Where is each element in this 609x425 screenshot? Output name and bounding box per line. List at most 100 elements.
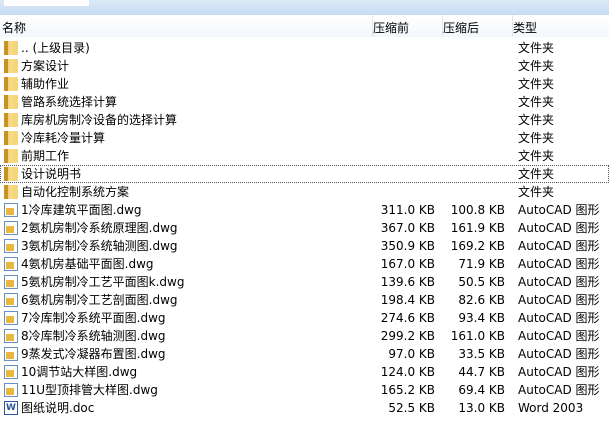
file-name: 库房机房制冷设备的选择计算 [21, 113, 178, 127]
file-row[interactable]: 11U型顶排管大样图.dwg 165.2 KB 69.4 KB AutoCAD … [0, 381, 609, 399]
file-name: 方案设计 [21, 59, 70, 73]
word-doc-icon [4, 401, 18, 415]
file-name: 冷库耗冷量计算 [21, 131, 106, 145]
compressed-size: 161.9 KB [450, 221, 505, 235]
file-name: 前期工作 [21, 149, 70, 163]
file-row[interactable]: 图纸说明.doc 52.5 KB 13.0 KB Word 2003 [0, 399, 609, 417]
file-size: 165.2 KB [380, 383, 435, 397]
file-list: .. (上级目录) 文件夹 方案设计 文件夹 辅助作业 文件夹 管路系统选择计算… [0, 39, 609, 417]
file-row[interactable]: 7冷库制冷系统平面图.dwg 274.6 KB 93.4 KB AutoCAD … [0, 309, 609, 327]
folder-icon [4, 59, 18, 73]
address-field[interactable] [4, 0, 89, 6]
file-type: AutoCAD 图形 [518, 203, 600, 217]
file-size: 167.0 KB [380, 257, 435, 271]
file-row[interactable]: 8冷库制冷系统轴测图.dwg 299.2 KB 161.0 KB AutoCAD… [0, 327, 609, 345]
file-type: AutoCAD 图形 [518, 383, 600, 397]
file-size: 198.4 KB [380, 293, 435, 307]
file-row[interactable]: 3氨机房制冷系统轴测图.dwg 350.9 KB 169.2 KB AutoCA… [0, 237, 609, 255]
folder-icon [4, 185, 18, 199]
file-name: 9蒸发式冷凝器布置图.dwg [21, 347, 166, 361]
file-type: Word 2003 [518, 401, 584, 415]
toolbar-strip [0, 0, 609, 15]
file-type: 文件夹 [518, 77, 555, 91]
file-type: 文件夹 [518, 95, 555, 109]
file-row[interactable]: 1冷库建筑平面图.dwg 311.0 KB 100.8 KB AutoCAD 图… [0, 201, 609, 219]
file-size: 139.6 KB [380, 275, 435, 289]
dwg-file-icon [4, 257, 18, 271]
file-name: 4氨机房基础平面图.dwg [21, 257, 154, 271]
compressed-size: 71.9 KB [458, 257, 505, 271]
file-type: AutoCAD 图形 [518, 293, 600, 307]
file-name: 1冷库建筑平面图.dwg [21, 203, 142, 217]
file-row[interactable]: 5氨机房制冷工艺平面图k.dwg 139.6 KB 50.5 KB AutoCA… [0, 273, 609, 291]
folder-icon [4, 77, 18, 91]
dwg-file-icon [4, 221, 18, 235]
compressed-size: 50.5 KB [458, 275, 505, 289]
folder-icon [4, 149, 18, 163]
file-type: AutoCAD 图形 [518, 275, 600, 289]
dwg-file-icon [4, 365, 18, 379]
folder-icon [4, 167, 18, 181]
file-row[interactable]: 2氨机房制冷系统原理图.dwg 367.0 KB 161.9 KB AutoCA… [0, 219, 609, 237]
dwg-file-icon [4, 383, 18, 397]
column-name[interactable]: 名称 [2, 19, 26, 37]
compressed-size: 100.8 KB [450, 203, 505, 217]
file-row[interactable]: 管路系统选择计算 文件夹 [0, 93, 609, 111]
file-row[interactable]: 前期工作 文件夹 [0, 147, 609, 165]
file-name: 3氨机房制冷系统轴测图.dwg [21, 239, 178, 253]
file-type: AutoCAD 图形 [518, 257, 600, 271]
file-row[interactable]: 方案设计 文件夹 [0, 57, 609, 75]
file-name: 7冷库制冷系统平面图.dwg [21, 311, 166, 325]
file-type: AutoCAD 图形 [518, 311, 600, 325]
file-row[interactable]: 4氨机房基础平面图.dwg 167.0 KB 71.9 KB AutoCAD 图… [0, 255, 609, 273]
column-size[interactable]: 压缩前 [373, 19, 409, 37]
file-name: .. (上级目录) [21, 41, 90, 55]
file-type: 文件夹 [518, 41, 555, 55]
file-name: 8冷库制冷系统轴测图.dwg [21, 329, 166, 343]
file-name: 自动化控制系统方案 [21, 185, 130, 199]
file-name: 5氨机房制冷工艺平面图k.dwg [21, 275, 185, 289]
file-type: 文件夹 [518, 59, 555, 73]
file-row[interactable]: 冷库耗冷量计算 文件夹 [0, 129, 609, 147]
compressed-size: 69.4 KB [458, 383, 505, 397]
dwg-file-icon [4, 347, 18, 361]
column-header: 名称 压缩前 压缩后 类型 [0, 15, 609, 37]
file-size: 311.0 KB [380, 203, 435, 217]
compressed-size: 161.0 KB [450, 329, 505, 343]
file-row[interactable]: 10调节站大样图.dwg 124.0 KB 44.7 KB AutoCAD 图形 [0, 363, 609, 381]
dwg-file-icon [4, 311, 18, 325]
column-compressed[interactable]: 压缩后 [443, 19, 479, 37]
file-name: 辅助作业 [21, 77, 70, 91]
file-type: AutoCAD 图形 [518, 239, 600, 253]
dwg-file-icon [4, 293, 18, 307]
file-name: 图纸说明.doc [21, 401, 95, 415]
file-row[interactable]: 9蒸发式冷凝器布置图.dwg 97.0 KB 33.5 KB AutoCAD 图… [0, 345, 609, 363]
compressed-size: 44.7 KB [458, 365, 505, 379]
file-type: AutoCAD 图形 [518, 347, 600, 361]
file-type: 文件夹 [518, 113, 555, 127]
file-row[interactable]: 库房机房制冷设备的选择计算 文件夹 [0, 111, 609, 129]
file-type: 文件夹 [518, 131, 555, 145]
file-row[interactable]: 6氨机房制冷工艺剖面图.dwg 198.4 KB 82.6 KB AutoCAD… [0, 291, 609, 309]
compressed-size: 169.2 KB [450, 239, 505, 253]
file-row[interactable]: 自动化控制系统方案 文件夹 [0, 183, 609, 201]
file-type: 文件夹 [518, 185, 555, 199]
file-size: 52.5 KB [388, 401, 435, 415]
folder-icon [4, 95, 18, 109]
column-type[interactable]: 类型 [513, 19, 537, 37]
file-row[interactable]: .. (上级目录) 文件夹 [0, 39, 609, 57]
file-name: 10调节站大样图.dwg [21, 365, 138, 379]
compressed-size: 33.5 KB [458, 347, 505, 361]
dwg-file-icon [4, 239, 18, 253]
file-size: 367.0 KB [380, 221, 435, 235]
dwg-file-icon [4, 275, 18, 289]
folder-icon [4, 41, 18, 55]
file-size: 274.6 KB [380, 311, 435, 325]
file-row[interactable]: 辅助作业 文件夹 [0, 75, 609, 93]
file-size: 97.0 KB [388, 347, 435, 361]
compressed-size: 82.6 KB [458, 293, 505, 307]
file-row[interactable]: 设计说明书 文件夹 [0, 165, 609, 183]
file-name: 11U型顶排管大样图.dwg [21, 383, 158, 397]
file-type: 文件夹 [518, 167, 555, 181]
folder-icon [4, 113, 18, 127]
